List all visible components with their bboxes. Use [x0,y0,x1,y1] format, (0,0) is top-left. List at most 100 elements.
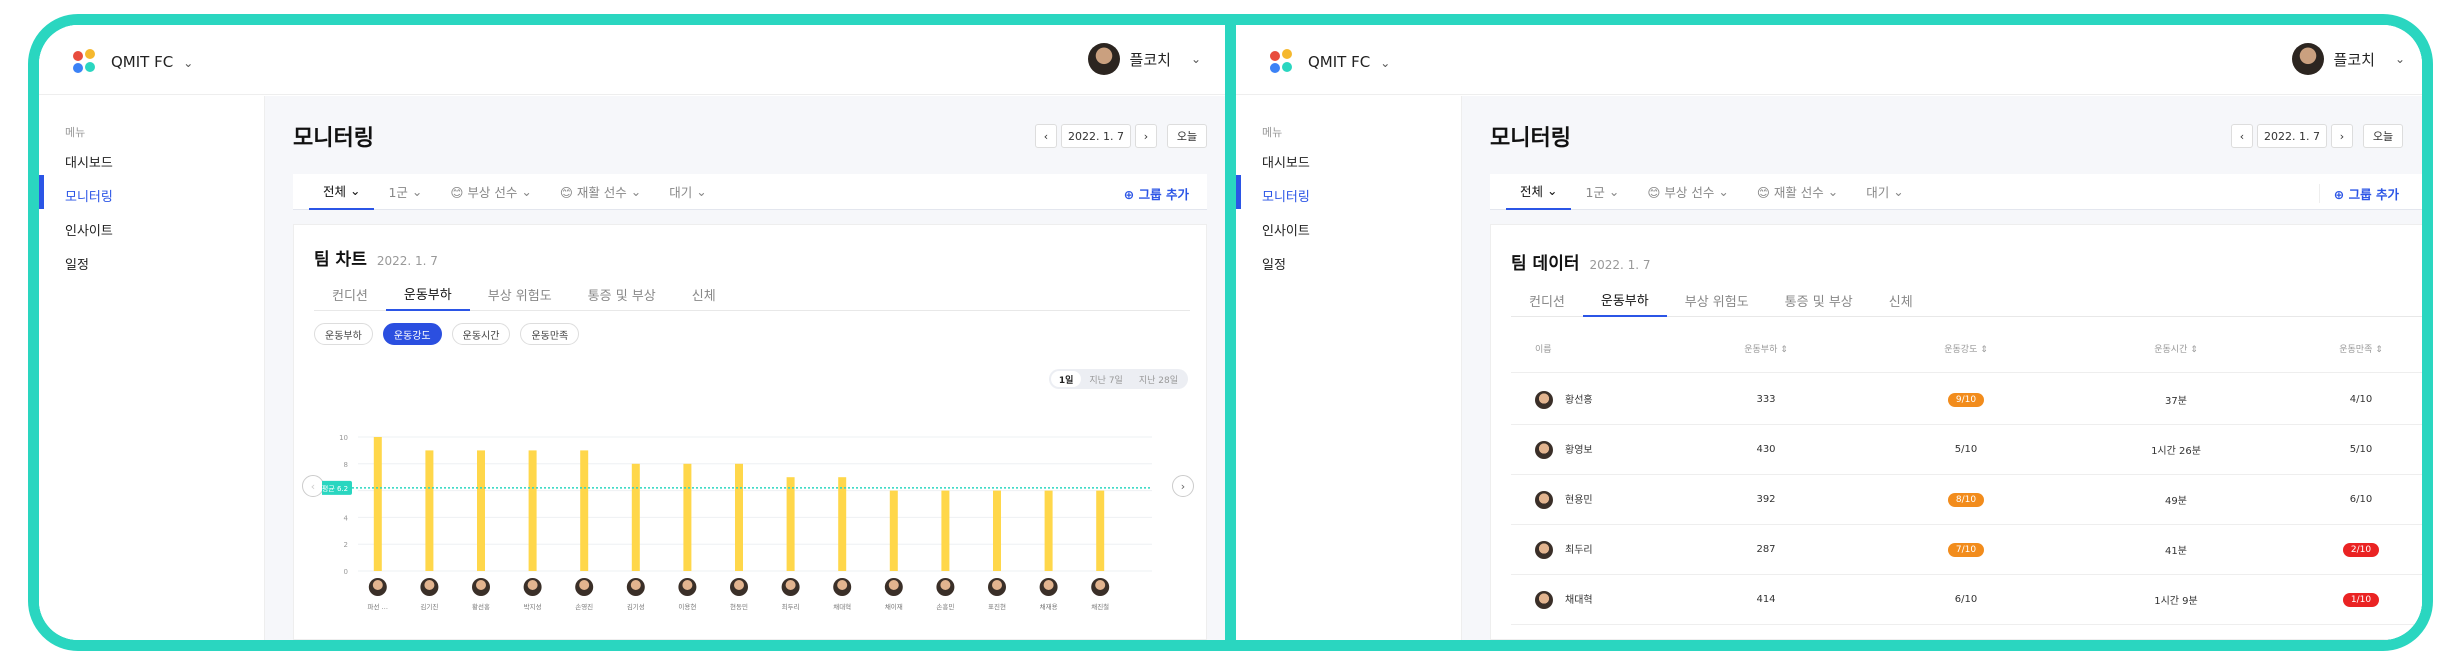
filter-rehab[interactable]: 😊 재활 선수 ⌄ [546,174,655,210]
next-date-button[interactable]: › [2331,124,2353,148]
add-group-button[interactable]: ⊕ 그룹 추가 [2318,184,2399,203]
column-header[interactable]: 운동시간 ⇕ [2121,342,2231,355]
team-name: QMIT FC [1308,53,1371,71]
sidebar-item-dashboard[interactable]: 대시보드 [65,152,113,171]
top-bar: QMIT FC ⌄ 플코치 ⌄ [1236,25,2422,95]
tab-condition[interactable]: 컨디션 [314,277,386,311]
avatar [2291,43,2324,75]
table-row[interactable]: 현용민 392 8/10 49분 6/10 [1511,475,2422,525]
intensity-value: 8/10 [1947,492,1985,507]
filter-first-team[interactable]: 1군 ⌄ [1571,174,1633,210]
pill-time[interactable]: 운동시간 [451,323,511,345]
plus-circle-icon: ⊕ [2333,187,2345,202]
group-filter-bar: 전체 ⌄ 1군 ⌄ 😊 부상 선수 ⌄ 😊 재활 선수 ⌄ 대기 ⌄ ⊕ 그룹 … [1490,174,2422,210]
load-value: 333 [1756,394,1776,405]
x-tick-label: 손흥민 [936,602,954,611]
range-7days[interactable]: 지난 7일 [1081,371,1130,387]
filter-waiting[interactable]: 대기 ⌄ [655,174,720,210]
date-display[interactable]: 2022. 1. 7 [2257,124,2327,148]
tab-workload[interactable]: 운동부하 [1582,283,1667,317]
range-1day[interactable]: 1일 [1050,371,1082,387]
load-value: 414 [1756,594,1776,605]
bar [477,450,485,571]
cell-load: 430 [1721,444,1811,455]
filter-injured[interactable]: 😊 부상 선수 ⌄ [436,174,545,210]
filter-all[interactable]: 전체 ⌄ [1506,174,1572,210]
x-tick-label: 손영진 [575,602,593,611]
filter-rehab[interactable]: 😊 재활 선수 ⌄ [1743,174,1852,210]
player-name: 현용민 [1565,494,1593,506]
table-row[interactable]: 황영보 430 5/10 1시간 26분 5/10 [1511,425,2422,475]
x-tick-label: 채진철 [1091,602,1109,611]
sidebar: 메뉴 대시보드 모니터링 인사이트 일정 [1236,96,1462,640]
prev-date-button[interactable]: ‹ [2231,124,2253,148]
player-cell: 최두리 [1535,540,1695,559]
satisfaction-value: 1/10 [2342,592,2380,607]
table-row[interactable]: 최두리 287 7/10 41분 2/10 [1511,525,2422,575]
tab-pain-injury[interactable]: 통증 및 부상 [570,277,674,311]
pill-workload[interactable]: 운동부하 [314,323,373,345]
tab-pain-injury[interactable]: 통증 및 부상 [1767,283,1871,317]
add-group-button[interactable]: ⊕ 그룹 추가 [1124,184,1189,203]
user-name: 플코치 [1129,50,1171,69]
today-button[interactable]: 오늘 [1167,124,1207,148]
column-header[interactable]: 운동강도 ⇕ [1921,342,2011,355]
sidebar-item-insight[interactable]: 인사이트 [65,220,113,239]
filter-label: 대기 [669,185,693,200]
intensity-value: 5/10 [1954,444,1978,455]
time-value: 41분 [2165,546,2187,557]
sidebar-item-schedule[interactable]: 일정 [1262,254,1286,273]
y-tick-label: 10 [339,434,348,442]
user-menu[interactable]: 플코치 ⌄ [2291,43,2405,75]
table-row[interactable]: 채대혁 414 6/10 1시간 9분 1/10 [1511,575,2422,625]
filter-waiting[interactable]: 대기 ⌄ [1852,174,1917,210]
player-avatar [1535,440,1553,459]
filter-injured[interactable]: 😊 부상 선수 ⌄ [1633,174,1742,210]
group-filter-bar: 전체 ⌄ 1군 ⌄ 😊 부상 선수 ⌄ 😊 재활 선수 ⌄ 대기 ⌄ ⊕ 그룹 … [293,174,1207,210]
pill-satisfaction[interactable]: 운동만족 [520,323,580,345]
tab-condition[interactable]: 컨디션 [1511,283,1583,317]
team-switcher[interactable]: QMIT FC ⌄ [1308,53,1390,71]
sidebar-item-dashboard[interactable]: 대시보드 [1262,152,1310,171]
column-header: 이름 [1535,345,1552,355]
filter-label: 전체 [323,184,347,199]
tab-injury-risk[interactable]: 부상 위험도 [1667,283,1767,317]
pill-intensity[interactable]: 운동강도 [382,323,442,345]
chart-prev-button[interactable]: ‹ [302,475,324,497]
sidebar-item-insight[interactable]: 인사이트 [1262,220,1310,239]
filter-label: 1군 [1585,185,1605,200]
filter-first-team[interactable]: 1군 ⌄ [374,174,436,210]
player-face [1043,580,1054,590]
sidebar-item-monitoring[interactable]: 모니터링 [65,186,113,205]
cell-time: 1시간 9분 [2121,592,2231,607]
team-switcher[interactable]: QMIT FC ⌄ [111,53,193,71]
tab-body[interactable]: 신체 [674,277,734,311]
tab-body[interactable]: 신체 [1871,283,1931,317]
x-tick-label: 박지성 [524,602,542,611]
range-28days[interactable]: 지난 28일 [1131,371,1186,387]
user-menu[interactable]: 플코치 ⌄ [1087,43,1201,75]
date-display[interactable]: 2022. 1. 7 [1061,124,1131,148]
table-row[interactable]: 채진철4446/101시간 14분8/10 [1511,625,2422,640]
player-face [630,580,641,590]
table-row[interactable]: 황선홍 333 9/10 37분 4/10 [1511,375,2422,425]
sidebar-item-monitoring[interactable]: 모니터링 [1262,186,1310,205]
column-header[interactable]: 운동부하 ⇕ [1721,342,1811,355]
next-date-button[interactable]: › [1135,124,1157,148]
player-face [579,580,590,590]
today-button[interactable]: 오늘 [2363,124,2403,148]
top-bar: QMIT FC ⌄ 플코치 ⌄ [39,25,1225,95]
team-data-card: 팀 데이터 2022. 1. 7 컨디션 운동부하 부상 위험도 통증 및 부상 … [1490,224,2422,640]
date-navigator: ‹ 2022. 1. 7 › 오늘 [1035,124,1207,148]
column-header[interactable]: 운동만족 ⇕ [2321,342,2401,355]
bar [735,463,743,571]
sidebar-item-schedule[interactable]: 일정 [65,254,89,273]
tab-workload[interactable]: 운동부하 [385,277,470,311]
filter-all[interactable]: 전체 ⌄ [309,174,375,210]
prev-date-button[interactable]: ‹ [1035,124,1057,148]
chevron-down-icon: ⌄ [1190,52,1201,66]
player-name: 황선홍 [1565,394,1593,406]
card-date: 2022. 1. 7 [1589,258,1651,272]
left-panel: QMIT FC ⌄ 플코치 ⌄ 메뉴 대시보드 모니터링 인사이트 일정 모니터링 … [39,25,1225,640]
tab-injury-risk[interactable]: 부상 위험도 [470,277,570,311]
